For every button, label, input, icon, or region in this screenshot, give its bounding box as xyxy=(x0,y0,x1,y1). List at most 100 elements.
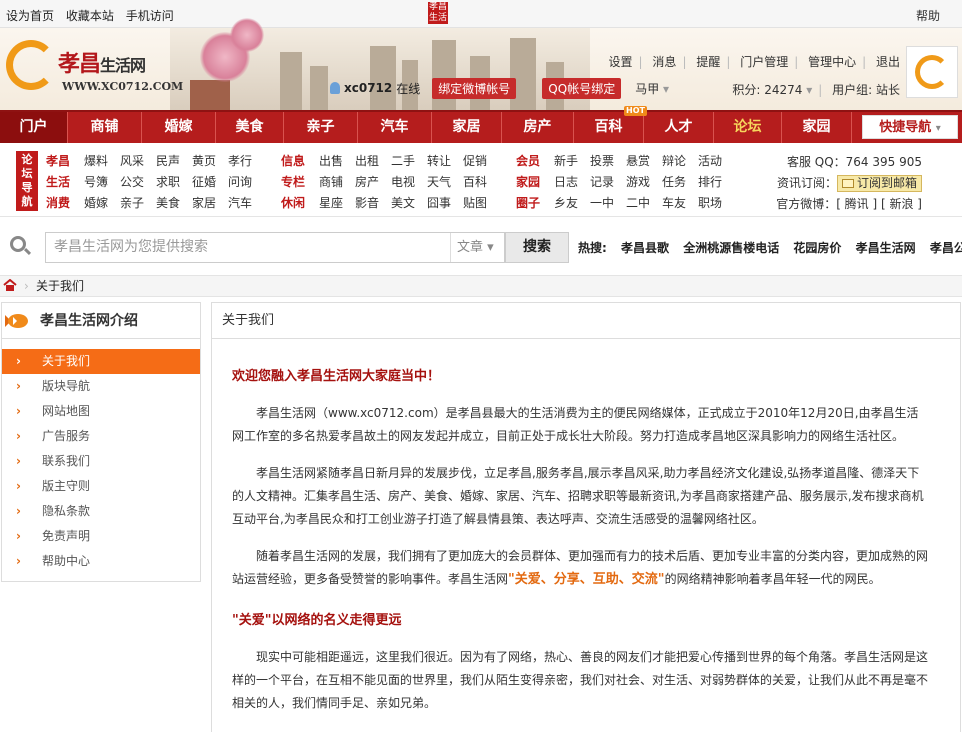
nav-item-community[interactable]: 家园 xyxy=(782,112,852,143)
subnav-link[interactable]: 排行 xyxy=(698,172,734,193)
subnav-link[interactable]: 公交 xyxy=(120,172,156,193)
header-link-admin-center[interactable]: 管理中心 xyxy=(808,55,856,69)
usergroup-link[interactable]: 用户组: 站长 xyxy=(832,83,900,97)
set-home-link[interactable]: 设为首页 xyxy=(6,9,54,23)
subnav-link[interactable]: 电视 xyxy=(391,172,427,193)
subnav-heading[interactable]: 孝昌 xyxy=(46,151,84,172)
bind-qq-button[interactable]: QQ帐号绑定 xyxy=(542,77,622,99)
sidebar-item-help[interactable]: 帮助中心 xyxy=(2,549,200,574)
subnav-link[interactable]: 家居 xyxy=(192,193,228,214)
sidebar-item-sitemap[interactable]: 网站地图 xyxy=(2,399,200,424)
sidebar-item-ads[interactable]: 广告服务 xyxy=(2,424,200,449)
header-link-portal-admin[interactable]: 门户管理 xyxy=(740,55,788,69)
hot-word-link[interactable]: 孝昌公交 xyxy=(930,241,962,255)
sidebar-item-section-nav[interactable]: 版块导航 xyxy=(2,374,200,399)
nav-item-home[interactable]: 家居 xyxy=(432,112,502,143)
nav-item-wedding[interactable]: 婚嫁 xyxy=(142,112,216,143)
sidebar-item-privacy[interactable]: 隐私条款 xyxy=(2,499,200,524)
subnav-link[interactable]: 游戏 xyxy=(626,172,662,193)
subnav-link[interactable]: 星座 xyxy=(319,193,355,214)
subnav-link[interactable]: 出售 xyxy=(319,151,355,172)
subnav-link[interactable]: 民声 xyxy=(156,151,192,172)
subnav-link[interactable]: 贴图 xyxy=(463,193,499,214)
search-type-select[interactable]: 文章 ▾ xyxy=(450,233,504,262)
subnav-link[interactable]: 号簿 xyxy=(84,172,120,193)
subnav-link[interactable]: 美文 xyxy=(391,193,427,214)
subnav-link[interactable]: 辩论 xyxy=(662,151,698,172)
subnav-link[interactable]: 爆料 xyxy=(84,151,120,172)
subnav-heading[interactable]: 专栏 xyxy=(281,172,319,193)
subnav-link[interactable]: 二中 xyxy=(626,193,662,214)
subnav-link[interactable]: 天气 xyxy=(427,172,463,193)
username-link[interactable]: xc0712 xyxy=(344,81,392,95)
subnav-link[interactable]: 婚嫁 xyxy=(84,193,120,214)
subnav-link[interactable]: 日志 xyxy=(554,172,590,193)
subnav-heading[interactable]: 圈子 xyxy=(516,193,554,214)
subnav-link[interactable]: 促销 xyxy=(463,151,499,172)
subnav-link[interactable]: 一中 xyxy=(590,193,626,214)
site-logo[interactable]: 孝昌生活网 WWW.XC0712.COM xyxy=(6,36,183,102)
subnav-link[interactable]: 征婚 xyxy=(192,172,228,193)
subnav-heading[interactable]: 休闲 xyxy=(281,193,319,214)
sidebar-item-contact[interactable]: 联系我们 xyxy=(2,449,200,474)
search-input[interactable]: 孝昌生活网为您提供搜索 xyxy=(45,232,505,263)
avatar[interactable] xyxy=(906,46,958,98)
hot-word-link[interactable]: 孝昌生活网 xyxy=(856,241,916,255)
subnav-link[interactable]: 汽车 xyxy=(228,193,264,214)
subnav-link[interactable]: 房产 xyxy=(355,172,391,193)
subnav-heading[interactable]: 家园 xyxy=(516,172,554,193)
subnav-heading[interactable]: 生活 xyxy=(46,172,84,193)
hot-word-link[interactable]: 花园房价 xyxy=(793,241,841,255)
subnav-heading[interactable]: 信息 xyxy=(281,151,319,172)
subnav-link[interactable]: 活动 xyxy=(698,151,734,172)
nav-item-parenting[interactable]: 亲子 xyxy=(284,112,358,143)
nav-item-shops[interactable]: 商铺 xyxy=(68,112,142,143)
subnav-link[interactable]: 囧事 xyxy=(427,193,463,214)
subnav-link[interactable]: 亲子 xyxy=(120,193,156,214)
mobile-link[interactable]: 手机访问 xyxy=(126,9,174,23)
subnav-link[interactable]: 美食 xyxy=(156,193,192,214)
subnav-link[interactable]: 转让 xyxy=(427,151,463,172)
sidebar-item-disclaimer[interactable]: 免责声明 xyxy=(2,524,200,549)
subnav-link[interactable]: 出租 xyxy=(355,151,391,172)
header-link-logout[interactable]: 退出 xyxy=(876,55,900,69)
header-link-messages[interactable]: 消息 xyxy=(652,55,676,69)
sidebar-item-about[interactable]: 关于我们 xyxy=(2,349,200,374)
subscribe-email-button[interactable]: 订阅到邮箱 xyxy=(836,175,922,192)
hot-word-link[interactable]: 孝昌县歌 xyxy=(621,241,669,255)
subnav-link[interactable]: 商铺 xyxy=(319,172,355,193)
subnav-link[interactable]: 求职 xyxy=(156,172,192,193)
official-weibo[interactable]: 官方微博：[ 腾讯 ] [ 新浪 ] xyxy=(776,194,922,215)
subnav-link[interactable]: 黄页 xyxy=(192,151,228,172)
subnav-link[interactable]: 乡友 xyxy=(554,193,590,214)
subnav-link[interactable]: 职场 xyxy=(698,193,734,214)
subnav-link[interactable]: 影音 xyxy=(355,193,391,214)
mahao-dropdown[interactable]: 马甲 ▾ xyxy=(635,80,669,97)
subnav-heading[interactable]: 消费 xyxy=(46,193,84,214)
subnav-link[interactable]: 任务 xyxy=(662,172,698,193)
quick-nav-button[interactable]: 快捷导航 ▾ xyxy=(862,115,958,139)
nav-item-jobs[interactable]: 人才 xyxy=(644,112,714,143)
help-link[interactable]: 帮助 xyxy=(916,7,940,24)
bookmark-link[interactable]: 收藏本站 xyxy=(66,9,114,23)
subnav-link[interactable]: 投票 xyxy=(590,151,626,172)
hot-word-link[interactable]: 全洲桃源售楼电话 xyxy=(683,241,779,255)
header-link-reminders[interactable]: 提醒 xyxy=(696,55,720,69)
nav-item-auto[interactable]: 汽车 xyxy=(358,112,432,143)
nav-item-portal[interactable]: 门户 xyxy=(0,112,68,143)
nav-item-wiki[interactable]: 百科 HOT xyxy=(574,106,647,143)
sidebar-item-moderator-rules[interactable]: 版主守则 xyxy=(2,474,200,499)
header-link-settings[interactable]: 设置 xyxy=(609,55,633,69)
nav-item-food[interactable]: 美食 xyxy=(216,112,284,143)
subnav-link[interactable]: 二手 xyxy=(391,151,427,172)
nav-item-realestate[interactable]: 房产 xyxy=(502,112,574,143)
search-button[interactable]: 搜索 xyxy=(505,232,569,263)
subnav-link[interactable]: 悬赏 xyxy=(626,151,662,172)
subnav-link[interactable]: 问询 xyxy=(228,172,264,193)
subnav-link[interactable]: 新手 xyxy=(554,151,590,172)
subnav-link[interactable]: 孝行 xyxy=(228,151,264,172)
home-icon[interactable] xyxy=(3,279,17,291)
points-dropdown[interactable]: 积分: 24274 ▾ xyxy=(732,83,812,97)
subnav-link[interactable]: 车友 xyxy=(662,193,698,214)
subnav-link[interactable]: 百科 xyxy=(463,172,499,193)
